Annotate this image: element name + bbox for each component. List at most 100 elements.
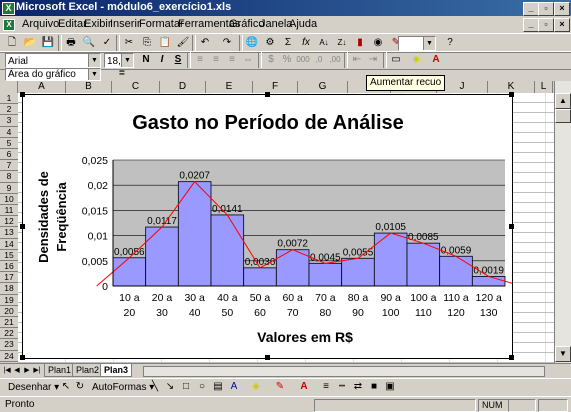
equals-button[interactable]: = [119, 68, 125, 79]
borders-icon[interactable]: ▭ [388, 52, 404, 68]
underline-button[interactable]: S [170, 52, 186, 68]
chevron-down-icon[interactable]: ▼ [423, 37, 435, 50]
last-sheet-icon[interactable]: ▶| [32, 365, 42, 376]
copy-icon[interactable]: ⎘ [139, 35, 155, 51]
column-header-c[interactable]: C [112, 81, 160, 93]
column-header-d[interactable]: D [160, 81, 206, 93]
chevron-down-icon[interactable]: ▼ [88, 54, 100, 67]
tab-plan1[interactable]: Plan1 [44, 364, 76, 377]
row-header-24[interactable]: 24 [0, 351, 18, 362]
row-header-6[interactable]: 6 [0, 149, 18, 161]
resize-handle[interactable] [509, 92, 514, 97]
new-icon[interactable]: 🗋 [4, 35, 20, 51]
line-icon[interactable]: ╲ [147, 379, 163, 395]
chart-wizard-icon[interactable]: ▮ [352, 35, 368, 51]
wordart-icon[interactable]: A [226, 379, 242, 395]
rectangle-icon[interactable]: □ [178, 379, 194, 395]
thousands-icon[interactable]: 000 [295, 52, 311, 68]
row-header-12[interactable]: 12 [0, 216, 18, 228]
fill-color-icon[interactable]: ◈ [408, 52, 424, 68]
scroll-down-icon[interactable]: ▼ [555, 346, 571, 362]
resize-handle[interactable] [20, 224, 25, 229]
row-header-17[interactable]: 17 [0, 272, 18, 284]
redo-icon[interactable]: ↷ [219, 35, 235, 51]
dash-style-icon[interactable]: ┅ [334, 379, 350, 395]
open-icon[interactable]: 📂 [22, 35, 38, 51]
row-header-8[interactable]: 8 [0, 171, 18, 183]
row-header-14[interactable]: 14 [0, 239, 18, 250]
column-header-a[interactable]: A [18, 81, 66, 93]
row-header-4[interactable]: 4 [0, 127, 18, 138]
zoom-combo[interactable]: ▼ [398, 36, 436, 51]
align-center-icon[interactable]: ≡ [208, 52, 224, 68]
row-header-10[interactable]: 10 [0, 194, 18, 205]
close-button[interactable]: × [554, 2, 570, 16]
column-header-l[interactable]: L [535, 81, 553, 93]
font-color-icon[interactable]: A [296, 379, 312, 395]
doc-restore-button[interactable]: ▫ [538, 18, 554, 32]
menu-formatar[interactable]: Formatar [139, 18, 184, 30]
cut-icon[interactable]: ✂ [121, 35, 137, 51]
menu-inserir[interactable]: Inserir [110, 18, 141, 30]
font-name-combo[interactable]: Arial ▼ [5, 53, 101, 68]
line-style-icon[interactable]: ≡ [318, 379, 334, 395]
align-left-icon[interactable]: ≡ [192, 52, 208, 68]
align-right-icon[interactable]: ≡ [224, 52, 240, 68]
prev-sheet-icon[interactable]: ◀ [12, 365, 22, 376]
doc-close-button[interactable]: × [554, 18, 570, 32]
scroll-thumb[interactable] [555, 109, 571, 123]
row-header-19[interactable]: 19 [0, 295, 18, 306]
resize-handle[interactable] [265, 355, 270, 360]
row-header-9[interactable]: 9 [0, 183, 18, 194]
italic-button[interactable]: I [154, 52, 170, 68]
paste-icon[interactable]: 📋 [157, 35, 173, 51]
decrease-decimal-icon[interactable]: ,00 [327, 52, 343, 68]
spelling-icon[interactable]: ✓ [99, 35, 115, 51]
column-header-e[interactable]: E [206, 81, 253, 93]
sort-asc-icon[interactable]: A↓ [316, 35, 332, 51]
row-header-21[interactable]: 21 [0, 317, 18, 329]
resize-handle[interactable] [20, 355, 25, 360]
web-icon[interactable]: ⚙ [262, 35, 278, 51]
help-icon[interactable]: ? [442, 35, 458, 51]
autosum-icon[interactable]: Σ [280, 35, 296, 51]
column-header-f[interactable]: F [253, 81, 298, 93]
row-header-18[interactable]: 18 [0, 283, 18, 295]
row-header-7[interactable]: 7 [0, 160, 18, 172]
row-header-15[interactable]: 15 [0, 250, 18, 261]
fill-color-icon[interactable]: ◈ [248, 379, 264, 395]
tab-plan2[interactable]: Plan2 [72, 364, 104, 377]
row-header-2[interactable]: 2 [0, 104, 18, 116]
resize-handle[interactable] [509, 355, 514, 360]
3d-icon[interactable]: ▣ [382, 379, 398, 395]
font-size-combo[interactable]: 18,5 ▼ [104, 53, 134, 68]
oval-icon[interactable]: ○ [194, 379, 210, 395]
arrow-style-icon[interactable]: ⇄ [350, 379, 366, 395]
shadow-icon[interactable]: ■ [366, 379, 382, 395]
free-rotate-icon[interactable]: ↻ [72, 379, 88, 395]
textbox-icon[interactable]: ▤ [210, 379, 226, 395]
chart-area[interactable]: 0 0,005 0,01 0,015 0,02 0,025 0,0056 10 a 20 0,01… [20, 92, 522, 360]
print-preview-icon[interactable]: 🔍 [81, 35, 97, 51]
chevron-down-icon[interactable]: ▼ [121, 54, 133, 67]
row-header-11[interactable]: 11 [0, 205, 18, 217]
resize-handle[interactable] [20, 92, 25, 97]
minimize-button[interactable]: _ [523, 2, 539, 16]
excel-icon[interactable]: X [2, 2, 15, 15]
row-header-5[interactable]: 5 [0, 138, 18, 149]
increase-indent-icon[interactable]: ⇥ [365, 52, 381, 68]
tab-plan3[interactable]: Plan3 [100, 364, 133, 377]
column-header-b[interactable]: B [66, 81, 112, 93]
map-icon[interactable]: ◉ [370, 35, 386, 51]
column-header-g[interactable]: G [298, 81, 348, 93]
doc-minimize-button[interactable]: _ [523, 18, 539, 32]
bold-button[interactable]: N [138, 52, 154, 68]
workbook-icon[interactable]: X [3, 19, 15, 31]
scroll-up-icon[interactable]: ▲ [555, 93, 571, 109]
select-all-button[interactable] [0, 81, 18, 93]
menu-ajuda[interactable]: Ajuda [289, 18, 317, 30]
undo-icon[interactable]: ↶ [197, 35, 213, 51]
merge-center-icon[interactable]: ⇔ [240, 52, 256, 68]
font-color-icon[interactable]: A [428, 52, 444, 68]
row-header-22[interactable]: 22 [0, 328, 18, 340]
